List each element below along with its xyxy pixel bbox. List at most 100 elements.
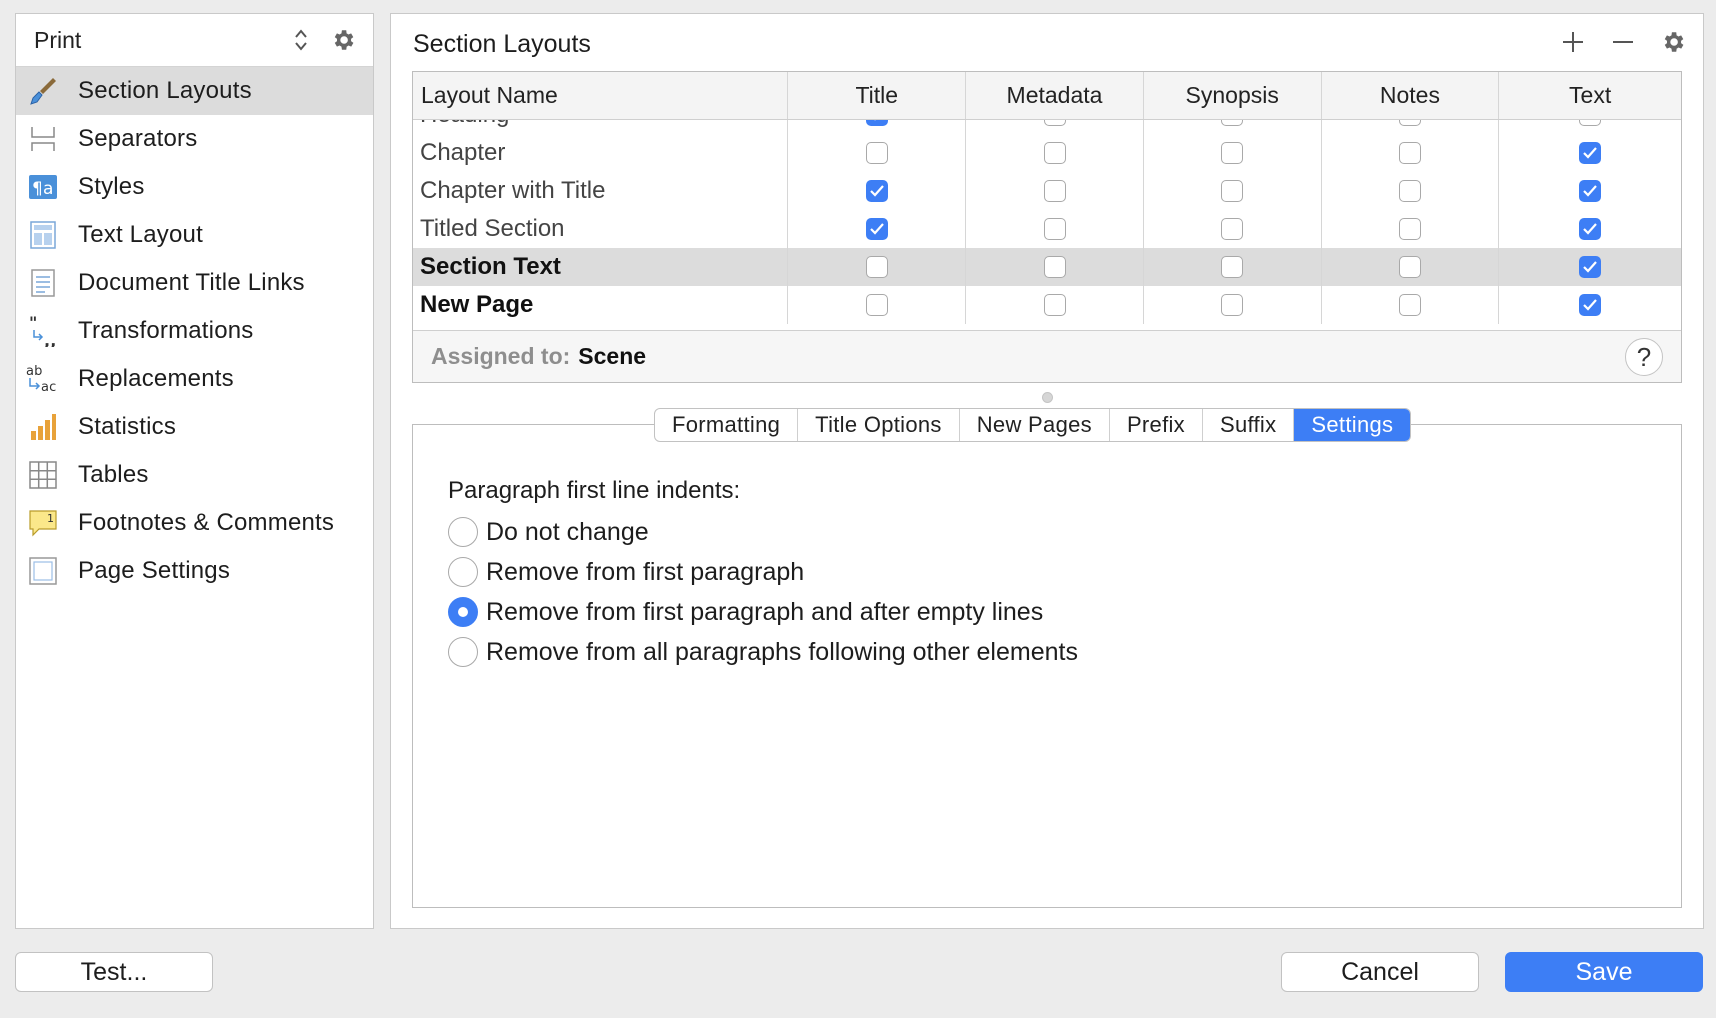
title-checkbox[interactable] <box>865 294 888 316</box>
metadata-checkbox[interactable] <box>1043 294 1066 316</box>
table-row[interactable]: Heading <box>413 120 1681 134</box>
radio-button[interactable] <box>448 557 478 587</box>
tab-title-options[interactable]: Title Options <box>798 409 960 441</box>
synopsis-checkbox[interactable] <box>1221 218 1244 240</box>
main-panel: Section Layouts Layout Name Title Metada… <box>390 13 1704 929</box>
notes-checkbox[interactable] <box>1398 256 1421 278</box>
synopsis-checkbox[interactable] <box>1221 142 1244 164</box>
column-header-synopsis[interactable]: Synopsis <box>1144 72 1322 119</box>
layout-name-cell: Section Text <box>413 248 789 286</box>
text-checkbox[interactable] <box>1579 218 1602 240</box>
text-checkbox[interactable] <box>1579 120 1602 126</box>
sidebar-item-page-settings[interactable]: Page Settings <box>16 547 373 595</box>
title-checkbox[interactable] <box>865 120 888 126</box>
notes-checkbox[interactable] <box>1398 120 1421 126</box>
gear-icon[interactable] <box>329 26 357 54</box>
help-button[interactable]: ? <box>1625 338 1663 376</box>
column-header-metadata[interactable]: Metadata <box>966 72 1144 119</box>
column-header-text[interactable]: Text <box>1499 72 1681 119</box>
sidebar-item-document-title-links[interactable]: Document Title Links <box>16 259 373 307</box>
metadata-checkbox[interactable] <box>1043 180 1066 202</box>
text-checkbox[interactable] <box>1579 142 1602 164</box>
test-button[interactable]: Test... <box>15 952 213 992</box>
assigned-to-value: Scene <box>578 343 647 369</box>
sidebar-item-statistics[interactable]: Statistics <box>16 403 373 451</box>
layout-name-cell: Chapter with Title <box>413 172 789 210</box>
column-header-notes[interactable]: Notes <box>1322 72 1500 119</box>
notes-checkbox[interactable] <box>1398 180 1421 202</box>
radio-button[interactable] <box>448 517 478 547</box>
title-checkbox[interactable] <box>865 218 888 240</box>
text-checkbox[interactable] <box>1579 256 1602 278</box>
radio-button[interactable] <box>448 597 478 627</box>
table-row[interactable]: Chapter with Title <box>413 172 1681 210</box>
sidebar-item-styles[interactable]: ¶a Styles <box>16 163 373 211</box>
metadata-checkbox[interactable] <box>1043 142 1066 164</box>
layout-name-cell: Titled Section <box>413 210 789 248</box>
notes-cell <box>1322 248 1500 286</box>
tab-formatting[interactable]: Formatting <box>655 409 799 441</box>
sidebar-item-section-layouts[interactable]: Section Layouts <box>16 67 373 115</box>
notes-checkbox[interactable] <box>1398 218 1421 240</box>
svg-text:": " <box>29 315 38 332</box>
metadata-checkbox[interactable] <box>1043 218 1066 240</box>
notes-checkbox[interactable] <box>1398 294 1421 316</box>
notes-checkbox[interactable] <box>1398 142 1421 164</box>
save-button[interactable]: Save <box>1505 952 1703 992</box>
synopsis-cell <box>1144 172 1322 210</box>
table-row[interactable]: New Page <box>413 286 1681 324</box>
text-cell <box>1499 248 1681 286</box>
radio-option-remove-all-following[interactable]: Remove from all paragraphs following oth… <box>448 637 1078 667</box>
title-checkbox[interactable] <box>865 180 888 202</box>
radio-option-remove-first[interactable]: Remove from first paragraph <box>448 557 804 587</box>
format-selector[interactable]: Print <box>16 14 373 67</box>
synopsis-checkbox[interactable] <box>1221 294 1244 316</box>
text-checkbox[interactable] <box>1579 294 1602 316</box>
title-cell <box>788 172 967 210</box>
tab-new-pages[interactable]: New Pages <box>960 409 1110 441</box>
sidebar-item-text-layout[interactable]: Text Layout <box>16 211 373 259</box>
add-layout-button[interactable] <box>1559 28 1587 56</box>
title-checkbox[interactable] <box>865 256 888 278</box>
metadata-checkbox[interactable] <box>1043 256 1066 278</box>
sidebar-item-label: Tables <box>78 461 149 488</box>
synopsis-checkbox[interactable] <box>1221 120 1244 126</box>
metadata-checkbox[interactable] <box>1043 120 1066 126</box>
table-row[interactable]: Section Text <box>413 248 1681 286</box>
split-view-handle[interactable] <box>1042 392 1053 403</box>
chevron-updown-icon[interactable] <box>291 25 311 55</box>
notes-cell <box>1322 120 1500 134</box>
tab-bar: Formatting Title Options New Pages Prefi… <box>654 408 1412 442</box>
layout-actions <box>1559 28 1687 56</box>
remove-layout-button[interactable] <box>1609 28 1637 56</box>
text-cell <box>1499 134 1681 172</box>
bar-chart-icon <box>26 410 60 444</box>
table-row[interactable]: Titled Section <box>413 210 1681 248</box>
column-header-layout-name[interactable]: Layout Name <box>413 72 789 119</box>
sidebar-item-label: Page Settings <box>78 557 231 584</box>
synopsis-checkbox[interactable] <box>1221 256 1244 278</box>
sidebar-item-label: Section Layouts <box>78 77 252 104</box>
cancel-button[interactable]: Cancel <box>1281 952 1479 992</box>
text-checkbox[interactable] <box>1579 180 1602 202</box>
tab-prefix[interactable]: Prefix <box>1110 409 1203 441</box>
table-row[interactable]: Chapter <box>413 134 1681 172</box>
sidebar-item-separators[interactable]: Separators <box>16 115 373 163</box>
table-body: HeadingChapterChapter with TitleTitled S… <box>413 120 1681 324</box>
column-header-title[interactable]: Title <box>788 72 967 119</box>
radio-button[interactable] <box>448 637 478 667</box>
synopsis-checkbox[interactable] <box>1221 180 1244 202</box>
radio-option-remove-first-and-empty[interactable]: Remove from first paragraph and after em… <box>448 597 1043 627</box>
sidebar-item-footnotes-comments[interactable]: 1 Footnotes & Comments <box>16 499 373 547</box>
tab-settings[interactable]: Settings <box>1294 409 1411 441</box>
title-checkbox[interactable] <box>865 142 888 164</box>
tab-suffix[interactable]: Suffix <box>1203 409 1295 441</box>
sidebar-item-tables[interactable]: Tables <box>16 451 373 499</box>
settings-tab-panel: Paragraph first line indents: Do not cha… <box>412 424 1682 908</box>
sidebar-item-transformations[interactable]: ",, Transformations <box>16 307 373 355</box>
radio-option-do-not-change[interactable]: Do not change <box>448 517 649 547</box>
sidebar-item-replacements[interactable]: ab ac Replacements <box>16 355 373 403</box>
table-icon <box>26 458 60 492</box>
separator-icon <box>26 122 60 156</box>
layout-settings-button[interactable] <box>1659 28 1687 56</box>
